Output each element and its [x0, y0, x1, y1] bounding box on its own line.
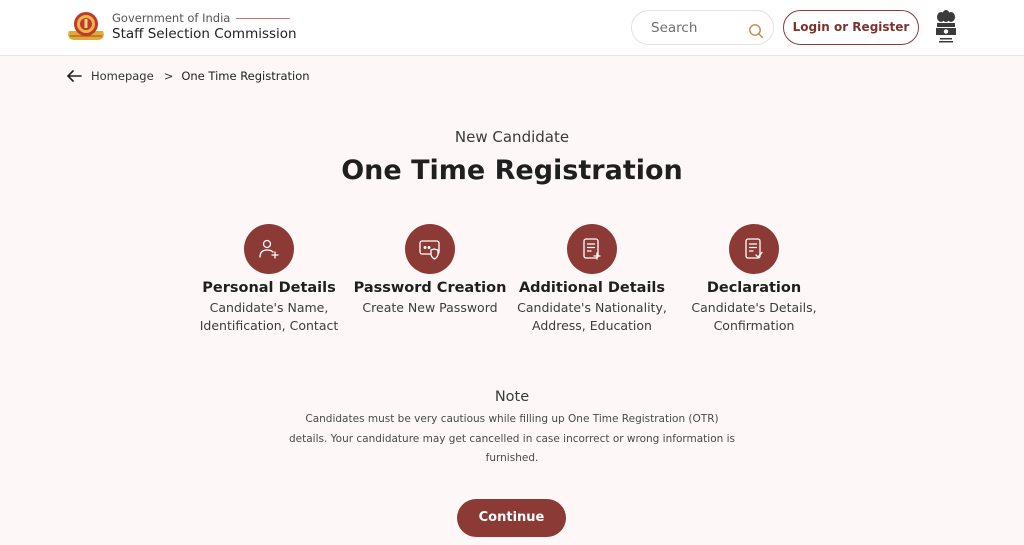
step-declaration: Declaration Candidate's Details, Confirm…	[674, 224, 834, 335]
step-icon-circle	[405, 224, 455, 274]
breadcrumb-homepage-link[interactable]: Homepage	[91, 69, 154, 83]
step-icon-circle	[567, 224, 617, 274]
note-heading: Note	[494, 389, 530, 405]
step-password-creation: Password Creation Create New Password	[350, 224, 510, 317]
search-icon[interactable]	[748, 23, 764, 39]
national-emblem-icon	[936, 10, 956, 43]
decorative-rule	[236, 17, 291, 19]
search-box[interactable]: Search	[631, 10, 774, 45]
step-title: Personal Details	[202, 280, 336, 296]
search-input[interactable]: Search	[651, 20, 697, 36]
step-icon-circle	[244, 224, 294, 274]
step-title: Additional Details	[518, 280, 666, 296]
step-personal-details: Personal Details Candidate's Name, Ident…	[189, 224, 349, 335]
step-description: Candidate's Nationality, Address, Educat…	[517, 300, 667, 333]
breadcrumb: Homepage > One Time Registration	[66, 68, 310, 84]
step-title: Password Creation	[353, 280, 507, 296]
step-icon-circle	[729, 224, 779, 274]
back-arrow-icon[interactable]	[66, 68, 82, 84]
password-shield-icon	[419, 240, 440, 260]
step-title: Declaration	[706, 280, 802, 296]
site-header: Government of India Staff Selection Comm…	[0, 0, 1024, 56]
ssc-logo[interactable]	[66, 9, 106, 45]
continue-button[interactable]: Continue	[457, 499, 566, 537]
step-description: Candidate's Details, Confirmation	[691, 300, 817, 333]
page-title: One Time Registration	[341, 155, 683, 186]
breadcrumb-separator: >	[163, 69, 174, 83]
organization-name: Staff Selection Commission	[112, 26, 297, 42]
user-add-icon	[259, 239, 279, 259]
breadcrumb-current: One Time Registration	[181, 69, 310, 83]
step-description: Create New Password	[362, 300, 498, 315]
login-register-button[interactable]: Login or Register	[783, 10, 919, 45]
government-label: Government of India	[112, 11, 231, 25]
document-add-icon	[583, 238, 601, 260]
step-description: Candidate's Name, Identification, Contac…	[199, 300, 339, 333]
note-text: Candidates must be very cautious while f…	[288, 413, 735, 464]
org-title: Government of India Staff Selection Comm…	[112, 11, 297, 42]
page-subtitle: New Candidate	[454, 128, 570, 146]
step-additional-details: Additional Details Candidate's Nationali…	[512, 224, 672, 335]
document-check-icon	[745, 238, 763, 259]
